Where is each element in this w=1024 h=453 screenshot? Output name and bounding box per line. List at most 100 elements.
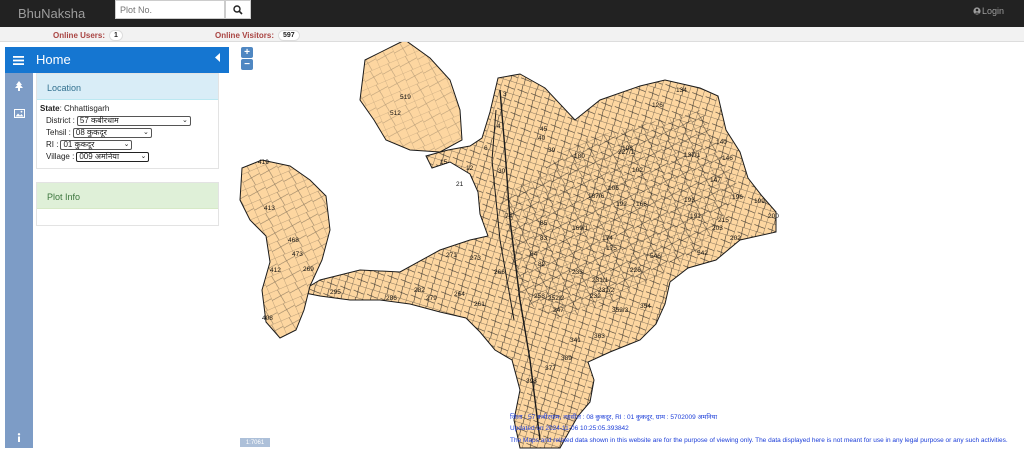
tehsil-select[interactable]: 08 कुकदूर ⌄ <box>72 127 152 138</box>
plot-number-label[interactable]: 167/6 <box>588 193 605 200</box>
plot-number-label[interactable]: 408 <box>262 315 273 322</box>
plot-number-label[interactable]: 12 <box>466 165 474 172</box>
plot-number-label[interactable]: 147 <box>710 177 721 184</box>
map-info-location: जिला : 57 कबीरधाम, तहसील : 08 कुकदूर, RI… <box>510 414 718 421</box>
plot-number-label[interactable]: 146 <box>722 155 733 162</box>
plot-number-label[interactable]: 398 <box>526 378 537 385</box>
plot-number-label[interactable]: 40 <box>538 135 546 142</box>
plot-search-input[interactable] <box>115 0 225 19</box>
plot-number-label[interactable]: 180 <box>574 153 585 160</box>
plot-number-label[interactable]: 203 <box>712 225 723 232</box>
plot-number-label[interactable]: 473 <box>292 251 303 258</box>
location-heading: Location <box>37 74 218 100</box>
search-button[interactable] <box>225 0 251 19</box>
plot-number-label[interactable]: 279 <box>426 295 437 302</box>
top-navbar: BhuNaksha Login <box>0 0 1024 27</box>
plot-number-label[interactable]: 199 <box>754 198 765 205</box>
plot-number-label[interactable]: 546 <box>650 253 661 260</box>
plot-number-label[interactable]: 354 <box>640 303 651 310</box>
plot-number-label[interactable]: 419 <box>258 159 269 166</box>
plot-number-label[interactable]: 200 <box>768 213 779 220</box>
plot-number-label[interactable]: 512 <box>390 110 401 117</box>
plot-number-label[interactable]: 227/1 <box>618 149 635 156</box>
sidebar-item-info[interactable] <box>5 428 33 448</box>
chevron-down-icon: ⌄ <box>123 140 130 148</box>
village-select[interactable]: 009 अमनिया ⌄ <box>76 151 150 162</box>
plot-number-label[interactable]: 84 <box>530 251 538 258</box>
plot-number-label[interactable]: 140 <box>716 139 727 146</box>
plot-number-label[interactable]: 519 <box>400 94 411 101</box>
zoom-in-button[interactable]: + <box>241 47 253 58</box>
plot-number-label[interactable]: 377 <box>545 365 556 372</box>
plot-number-label[interactable]: 282 <box>414 287 425 294</box>
menu-icon[interactable] <box>13 56 24 65</box>
plot-number-label[interactable]: 169/1 <box>572 225 589 232</box>
plot-number-label[interactable]: 82 <box>538 261 546 268</box>
plot-number-label[interactable]: 266 <box>494 269 505 276</box>
plot-number-label[interactable]: 166 <box>636 201 647 208</box>
plot-number-label[interactable]: 542 <box>697 250 708 257</box>
plot-number-label[interactable]: 269 <box>303 266 314 273</box>
plot-number-label[interactable]: 137/1 <box>684 152 701 159</box>
sidebar-item-images[interactable] <box>5 103 33 123</box>
collapse-panel-icon[interactable] <box>215 53 221 62</box>
plot-number-label[interactable]: 39 <box>548 147 556 154</box>
plot-number-label[interactable]: 105 <box>608 185 619 192</box>
plot-number-label[interactable]: 21 <box>456 181 464 188</box>
sidebar-item-layers[interactable] <box>5 76 33 96</box>
zoom-out-button[interactable]: − <box>241 59 253 70</box>
plot-number-label[interactable]: 271 <box>446 252 457 259</box>
plot-number-label[interactable]: 286 <box>386 295 397 302</box>
plot-search <box>115 0 251 19</box>
plot-number-label[interactable]: 341 <box>570 337 581 344</box>
plot-number-label[interactable]: 102 <box>632 167 643 174</box>
plot-number-label[interactable]: 74 <box>505 213 513 220</box>
plot-number-label[interactable]: 468 <box>288 237 299 244</box>
plot-number-label[interactable]: 126 <box>652 102 663 109</box>
plot-number-label[interactable]: 192 <box>616 201 627 208</box>
plot-number-label[interactable]: 295 <box>330 289 341 296</box>
village-label: Village : <box>46 152 75 161</box>
plot-number-label[interactable]: 226 <box>630 267 641 274</box>
plot-number-label[interactable]: 45 <box>540 126 548 133</box>
district-value: 57 कबीरधाम <box>79 115 119 125</box>
plot-number-label[interactable]: 264 <box>454 291 465 298</box>
district-select[interactable]: 57 कबीरधाम ⌄ <box>76 115 191 126</box>
plot-number-label[interactable]: 231/1 <box>592 277 609 284</box>
plot-number-label[interactable]: 202 <box>730 235 741 242</box>
ri-select[interactable]: 01 कुकदूर ⌄ <box>60 139 133 150</box>
plot-number-label[interactable]: 174 <box>602 235 613 242</box>
ri-value: 01 कुकदूर <box>63 139 95 149</box>
plot-number-label[interactable]: 363 <box>594 333 605 340</box>
brand-logo[interactable]: BhuNaksha <box>18 6 85 21</box>
map-disclaimer: The Maps and related data shown in this … <box>510 437 1008 444</box>
login-link[interactable]: Login <box>973 6 1004 16</box>
plot-number-label[interactable]: 191 <box>690 213 701 220</box>
plot-number-label[interactable]: 261 <box>474 301 485 308</box>
plot-number-label[interactable]: 6 <box>484 145 488 152</box>
panel-title: Home <box>36 52 71 67</box>
plot-number-label[interactable]: 85 <box>540 220 548 227</box>
district-row: District : 57 कबीरधाम ⌄ <box>40 115 215 126</box>
plot-number-label[interactable]: 30 <box>498 168 506 175</box>
plot-number-label[interactable]: 273 <box>470 255 481 262</box>
plot-number-label[interactable]: 15 <box>440 159 448 166</box>
plot-number-label[interactable]: 175 <box>606 245 617 252</box>
plot-number-label[interactable]: 247 <box>553 307 564 314</box>
plot-number-label[interactable]: 233 <box>572 269 583 276</box>
plot-number-label[interactable]: 196 <box>732 194 743 201</box>
plot-number-label[interactable]: 413 <box>264 205 275 212</box>
plot-number-label[interactable]: 4 <box>497 123 501 130</box>
plot-number-label[interactable]: 352/3 <box>612 307 629 314</box>
tree-icon <box>15 80 23 91</box>
plot-number-label[interactable]: 412 <box>270 267 281 274</box>
plot-number-label[interactable]: 83 <box>540 235 548 242</box>
plot-number-label[interactable]: 3 <box>503 91 507 98</box>
plot-number-label[interactable]: 134 <box>676 87 687 94</box>
plot-number-label[interactable]: 193 <box>684 197 695 204</box>
plot-number-label[interactable]: 252/2 <box>548 295 565 302</box>
plot-number-label[interactable]: 215 <box>718 217 729 224</box>
plot-number-label[interactable]: 389 <box>561 355 572 362</box>
plot-number-label[interactable]: 258 <box>534 293 545 300</box>
plot-number-label[interactable]: 232 <box>590 293 601 300</box>
